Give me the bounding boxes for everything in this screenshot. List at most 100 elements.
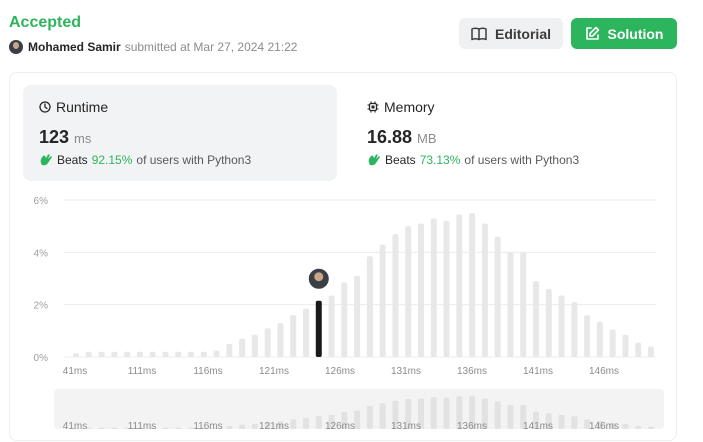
chart-bar[interactable] [98,351,105,357]
submission-card: Runtime 123 ms Beats 92.15% of users wit… [9,72,677,441]
editorial-label: Editorial [494,25,551,42]
chart-bar[interactable] [571,302,578,357]
chart-bar[interactable] [392,234,399,357]
chart-bar[interactable] [507,252,514,357]
chart-bar[interactable] [226,343,233,357]
edit-icon [585,26,599,40]
user-avatar-face [314,272,324,282]
overview-bar [379,403,386,429]
x-tick-label: 141ms [523,366,553,377]
chart-bar[interactable] [545,288,552,357]
chart-bar[interactable] [124,351,131,357]
overview-tick-label: 126ms [325,421,355,432]
overview-bar [635,425,642,429]
x-tick-label: 111ms [128,366,157,377]
chart-bar[interactable] [469,213,476,357]
chart-bar[interactable] [251,334,258,357]
overview-tick-label: 116ms [193,421,222,432]
overview-bar [443,397,450,429]
overview-bar [162,427,169,429]
chart-bar[interactable] [264,328,271,357]
overview-tick-label: 41ms [63,421,87,432]
chart-bar[interactable] [111,351,118,357]
solution-label: Solution [607,25,664,42]
overview-bar [494,401,501,429]
overview-bar [290,419,297,429]
chart-bar[interactable] [533,281,539,357]
chart-bar[interactable] [443,220,450,357]
chart-bar[interactable] [430,218,437,357]
x-tick-label: 41ms [63,366,87,377]
chart-bar[interactable] [213,350,220,357]
chart-bar[interactable] [456,214,463,357]
overview-bar [315,416,322,429]
overview-tick-label: 141ms [523,421,553,432]
x-tick-label: 116ms [193,366,222,377]
chart-bar[interactable] [405,226,412,357]
username-link[interactable]: Mohamed Samir [28,40,121,54]
x-tick-label: 131ms [391,366,421,377]
chart-bar[interactable] [136,351,143,357]
chart-bar[interactable] [354,275,361,357]
submitted-at: submitted at Mar 27, 2024 21:22 [124,40,298,54]
overview-tick-label: 146ms [589,421,619,432]
chart-bar[interactable] [596,321,603,357]
chart-bar[interactable] [366,256,373,357]
chart-bar[interactable] [481,223,488,357]
y-tick-label: 6% [34,196,49,207]
solution-button[interactable]: Solution [571,18,677,49]
overview-bar [507,405,514,429]
chart-bar[interactable] [149,351,156,357]
chart-bar[interactable] [341,282,348,357]
chart-bar[interactable] [239,338,246,357]
overview-bar [226,426,233,429]
chart-bar[interactable] [188,351,194,357]
status-accepted: Accepted [9,14,82,31]
y-tick-label: 4% [34,248,49,259]
chart-bar[interactable] [622,334,629,357]
chart-bar[interactable] [175,351,182,357]
overview-bar [648,426,654,429]
overview-bar [239,424,246,429]
avatar[interactable] [9,40,23,54]
submission-info: Mohamed Samir submitted at Mar 27, 2024 … [9,40,297,54]
overview-tick-label: 121ms [259,421,289,432]
chart-bar[interactable] [584,315,591,357]
runtime-distribution-chart: 6% 4% 2% 0% 41ms 111ms 116ms 121ms 126ms 131ms 136… [34,196,664,432]
chart-bar[interactable] [303,308,309,357]
chart-bar[interactable] [648,346,654,357]
chart-bar[interactable] [494,236,501,357]
editorial-button[interactable]: Editorial [459,18,563,49]
chart-bar[interactable] [73,353,79,357]
overview-bar [558,414,565,429]
chart-bar[interactable] [635,342,642,357]
x-tick-label: 121ms [259,366,289,377]
overview-bar [175,427,182,429]
overview-tick-label: 111ms [128,421,157,432]
chart-bar[interactable] [379,244,386,357]
x-tick-label: 126ms [325,366,355,377]
overview-tick-label: 136ms [457,421,487,432]
y-tick-label: 2% [34,301,49,312]
chart-bar[interactable] [290,315,297,357]
x-tick-label: 146ms [589,366,619,377]
overview-bar [571,416,578,429]
overview-bar [303,417,309,429]
chart-bar[interactable] [520,252,527,357]
chart-bar[interactable] [162,351,169,357]
chart-bar-user[interactable] [315,300,322,357]
overview-bar [622,423,629,429]
overview-bar [111,427,118,429]
chart-bar[interactable] [558,295,565,357]
chart-bar[interactable] [418,223,424,357]
chart-bar[interactable] [200,351,207,357]
chart-bar[interactable] [85,351,92,357]
x-tick-label: 136ms [457,366,487,377]
overview-tick-label: 131ms [391,421,421,432]
overview-bar [430,397,437,429]
chart-bar[interactable] [609,329,616,357]
y-tick-label: 0% [34,353,49,364]
chart-bar[interactable] [277,322,284,357]
chart-bar[interactable] [328,295,335,357]
overview-bar [251,423,258,429]
